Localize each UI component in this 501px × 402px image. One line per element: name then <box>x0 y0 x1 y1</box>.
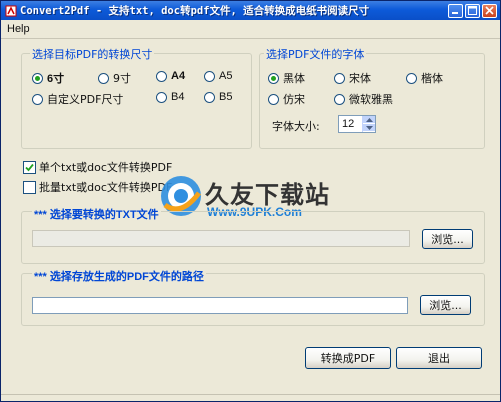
font-size-value[interactable]: 12 <box>339 116 362 132</box>
radio-label: 仿宋 <box>283 93 305 106</box>
menu-bar: Help <box>1 20 500 39</box>
checkbox-label: 单个txt或doc文件转换PDF <box>39 161 173 174</box>
radio-size-6in[interactable]: 6寸 <box>32 70 64 86</box>
radio-indicator <box>268 72 279 84</box>
txt-browse-button[interactable]: 浏览... <box>422 229 473 249</box>
close-button[interactable] <box>482 3 497 18</box>
radio-label: A5 <box>219 70 233 82</box>
spin-up-button[interactable] <box>363 116 375 124</box>
size-group: 选择目标PDF的转换尺寸 6寸 9寸 A4 A5 自定义PDF尺寸 B4 B5 <box>21 46 252 149</box>
pdf-dest-group: *** 选择存放生成的PDF文件的路径 浏览... <box>21 268 485 326</box>
radio-label: 6寸 <box>47 73 65 85</box>
app-icon <box>4 4 17 17</box>
radio-indicator <box>334 72 345 84</box>
pdf-path-input[interactable] <box>32 297 408 314</box>
single-file-checkbox[interactable]: 单个txt或doc文件转换PDF <box>23 159 172 175</box>
radio-label: A4 <box>171 70 186 82</box>
size-group-legend: 选择目标PDF的转换尺寸 <box>30 46 155 62</box>
checkbox-indicator <box>23 180 36 194</box>
maximize-icon <box>468 6 477 15</box>
pdf-browse-button[interactable]: 浏览... <box>420 295 471 315</box>
font-size-label: 字体大小: <box>272 120 320 133</box>
radio-indicator <box>32 93 43 105</box>
minimize-icon <box>452 12 458 14</box>
checkmark-icon <box>25 163 34 171</box>
radio-size-b4[interactable]: B4 <box>156 91 184 103</box>
radio-indicator <box>334 93 345 105</box>
close-icon <box>485 6 494 15</box>
radio-font-heiti[interactable]: 黑体 <box>268 70 305 86</box>
radio-indicator <box>204 70 215 82</box>
radio-label: 微软雅黑 <box>349 93 393 106</box>
radio-font-fangsong[interactable]: 仿宋 <box>268 91 305 107</box>
checkbox-indicator <box>23 160 36 174</box>
menu-help[interactable]: Help <box>7 23 30 35</box>
txt-section-title: *** 选择要转换的TXT文件 <box>32 206 161 222</box>
chevron-up-icon <box>365 117 373 122</box>
radio-indicator <box>98 72 109 84</box>
checkbox-label: 批量txt或doc文件转换PDF <box>39 181 173 194</box>
radio-indicator <box>156 70 167 82</box>
chevron-down-icon <box>365 125 373 130</box>
radio-label: 宋体 <box>349 72 371 85</box>
radio-font-yahei[interactable]: 微软雅黑 <box>334 91 393 107</box>
radio-size-custom[interactable]: 自定义PDF尺寸 <box>32 91 123 107</box>
radio-label: 自定义PDF尺寸 <box>47 93 124 106</box>
radio-label: B5 <box>219 91 233 103</box>
radio-label: 楷体 <box>421 72 443 85</box>
window-title: Convert2Pdf - 支持txt, doc转pdf文件, 适合转换成电纸书… <box>20 5 370 17</box>
txt-path-input[interactable] <box>32 230 410 247</box>
main-window: Convert2Pdf - 支持txt, doc转pdf文件, 适合转换成电纸书… <box>0 0 501 402</box>
status-bar <box>1 394 500 401</box>
radio-label: B4 <box>171 91 185 103</box>
radio-size-a4[interactable]: A4 <box>156 70 185 82</box>
font-group: 选择PDF文件的字体 黑体 宋体 楷体 仿宋 微软雅黑 字体大小: 12 <box>259 46 485 149</box>
font-group-legend: 选择PDF文件的字体 <box>264 46 367 62</box>
radio-size-9in[interactable]: 9寸 <box>98 70 131 86</box>
spin-down-button[interactable] <box>363 124 375 132</box>
radio-indicator <box>268 93 279 105</box>
spinner-arrows <box>362 116 375 132</box>
maximize-button[interactable] <box>465 3 480 18</box>
radio-size-b5[interactable]: B5 <box>204 91 232 103</box>
font-size-spinner[interactable]: 12 <box>338 115 376 133</box>
radio-size-a5[interactable]: A5 <box>204 70 232 82</box>
exit-button[interactable]: 退出 <box>396 347 482 369</box>
radio-font-kaiti[interactable]: 楷体 <box>406 70 443 86</box>
radio-label: 9寸 <box>113 72 131 85</box>
radio-font-songti[interactable]: 宋体 <box>334 70 371 86</box>
txt-source-group: *** 选择要转换的TXT文件 浏览... <box>21 206 485 264</box>
pdf-section-title: *** 选择存放生成的PDF文件的路径 <box>32 268 206 284</box>
radio-indicator <box>204 91 215 103</box>
minimize-button[interactable] <box>448 3 463 18</box>
radio-indicator <box>32 72 43 84</box>
radio-label: 黑体 <box>283 72 305 85</box>
radio-indicator <box>156 91 167 103</box>
batch-files-checkbox[interactable]: 批量txt或doc文件转换PDF <box>23 179 172 195</box>
radio-indicator <box>406 72 417 84</box>
title-bar[interactable]: Convert2Pdf - 支持txt, doc转pdf文件, 适合转换成电纸书… <box>1 1 500 20</box>
convert-to-pdf-button[interactable]: 转换成PDF <box>305 347 391 369</box>
